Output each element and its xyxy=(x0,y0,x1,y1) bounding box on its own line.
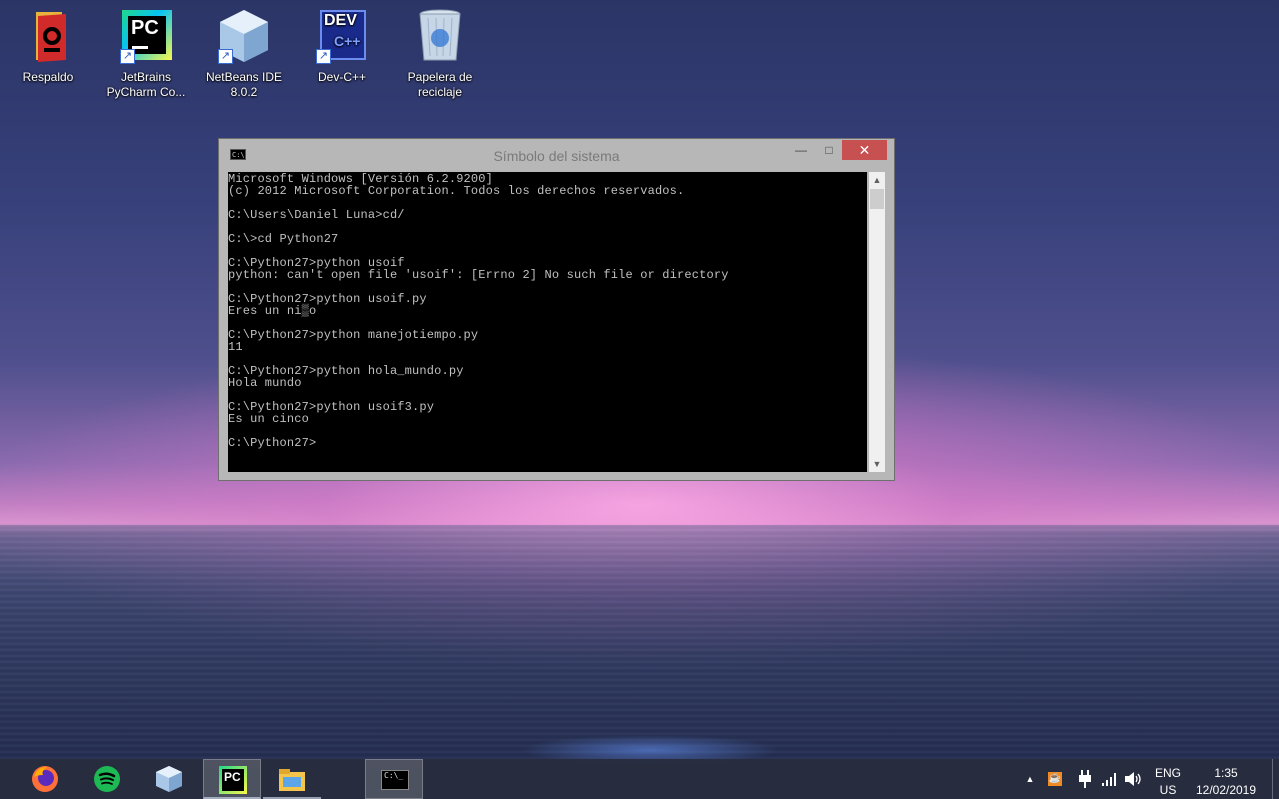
taskbar-firefox[interactable] xyxy=(16,759,74,799)
maximize-button[interactable]: □ xyxy=(815,140,843,160)
desktop-icon-label: Papelera de reciclaje xyxy=(407,70,473,99)
minimize-button[interactable]: — xyxy=(787,140,815,160)
taskbar-pycharm[interactable]: PC xyxy=(203,759,261,799)
desktop-icon-respaldo[interactable]: Respaldo xyxy=(8,8,88,85)
taskbar-cmd[interactable]: C:\_ xyxy=(365,759,423,799)
cmd-icon: C:\_ xyxy=(381,766,409,794)
netbeans-cube-icon: ↗ xyxy=(218,8,270,64)
desktop-icon-devcpp[interactable]: DEV C++ ↗ Dev-C++ xyxy=(302,8,382,85)
taskbar-spotify[interactable] xyxy=(78,759,136,799)
lang-top: ENG xyxy=(1154,766,1181,780)
taskbar-pycharm-badge: PC xyxy=(224,770,241,784)
devcpp-sub: C++ xyxy=(334,33,361,49)
java-update-icon[interactable]: ☕ xyxy=(1046,759,1064,799)
taskbar: PC C:\_ ▲ ☕ ENG US 1:35 12/02/2019 xyxy=(0,759,1279,799)
netbeans-icon xyxy=(155,765,183,793)
desktop-icon-netbeans[interactable]: ↗ NetBeans IDE 8.0.2 xyxy=(204,8,284,100)
scroll-down-icon[interactable]: ▼ xyxy=(869,456,885,472)
spotify-icon xyxy=(93,765,121,793)
clock-time: 1:35 xyxy=(1214,766,1238,780)
show-hidden-icons-button[interactable]: ▲ xyxy=(1022,759,1038,799)
show-desktop-button[interactable] xyxy=(1272,759,1279,799)
taskbar-file-explorer[interactable] xyxy=(263,759,321,799)
lang-bottom: US xyxy=(1159,783,1177,797)
close-button[interactable]: ✕ xyxy=(842,140,887,160)
desktop-icon-recycle-bin[interactable]: Papelera de reciclaje xyxy=(400,8,480,100)
cmd-icon-text: C:\_ xyxy=(381,770,409,790)
volume-icon[interactable] xyxy=(1124,759,1144,799)
network-signal-icon[interactable] xyxy=(1100,759,1120,799)
desktop-icon-pycharm[interactable]: PC ↗ JetBrains PyCharm Co... xyxy=(106,8,186,100)
devcpp-badge: DEV xyxy=(324,12,357,29)
taskbar-netbeans[interactable] xyxy=(140,759,198,799)
recycle-bin-icon xyxy=(414,8,466,64)
folder-icon xyxy=(22,8,74,64)
scroll-up-icon[interactable]: ▲ xyxy=(869,172,885,188)
desktop-icon-label: NetBeans IDE 8.0.2 xyxy=(205,70,283,99)
clock-date: 12/02/2019 xyxy=(1195,783,1257,797)
desktop-icon-label: Respaldo xyxy=(22,70,74,84)
devcpp-icon: DEV C++ ↗ xyxy=(316,8,368,64)
pycharm-icon: PC xyxy=(219,766,247,794)
file-explorer-icon xyxy=(278,765,306,793)
console-output[interactable]: Microsoft Windows [Versión 6.2.9200] (c)… xyxy=(228,172,867,472)
firefox-icon xyxy=(31,765,59,793)
vertical-scrollbar[interactable]: ▲ ▼ xyxy=(869,172,885,472)
console-text: Microsoft Windows [Versión 6.2.9200] (c)… xyxy=(228,172,729,450)
desktop-icon-label: JetBrains PyCharm Co... xyxy=(106,70,186,99)
sea-reflection xyxy=(0,525,1279,759)
power-plug-icon[interactable] xyxy=(1076,759,1094,799)
shortcut-arrow-icon: ↗ xyxy=(218,49,233,64)
desktop-icon-label: Dev-C++ xyxy=(317,70,367,84)
pycharm-icon: PC ↗ xyxy=(120,8,172,64)
pycharm-badge: PC xyxy=(131,17,159,39)
shortcut-arrow-icon: ↗ xyxy=(120,49,135,64)
scrollbar-thumb[interactable] xyxy=(870,189,884,209)
cmd-window[interactable]: C:\ Símbolo del sistema — □ ✕ Microsoft … xyxy=(218,138,895,481)
clock[interactable]: 1:35 12/02/2019 xyxy=(1186,765,1266,799)
window-titlebar[interactable]: C:\ Símbolo del sistema — □ ✕ xyxy=(219,139,894,171)
input-language[interactable]: ENG US xyxy=(1150,765,1186,799)
shortcut-arrow-icon: ↗ xyxy=(316,49,331,64)
